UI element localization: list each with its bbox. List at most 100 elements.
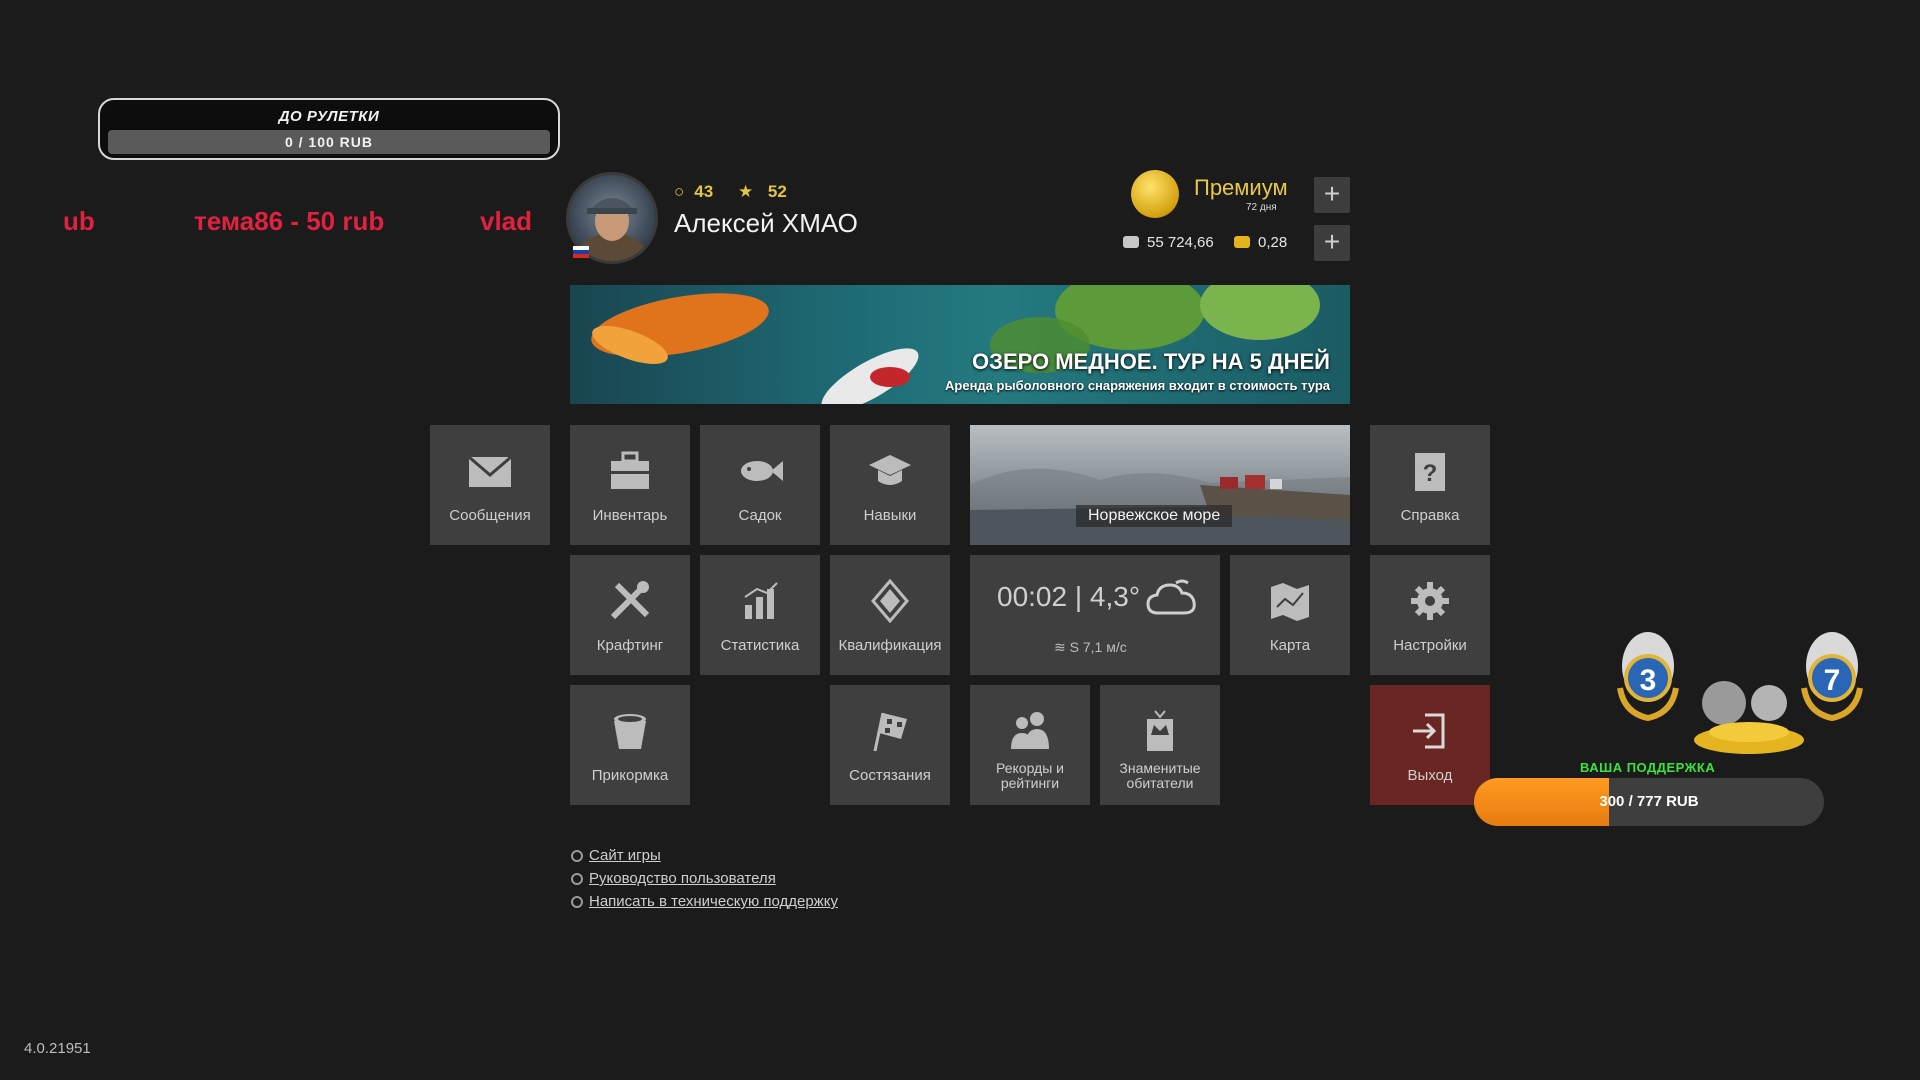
cloud-icon (1146, 579, 1196, 615)
keepnet-tile[interactable]: Садок (700, 425, 820, 545)
main-menu-screen: { "roulette": { "title": "ДО РУЛЕТКИ", "… (0, 0, 1920, 1080)
competitions-tile[interactable]: Состязания (830, 685, 950, 805)
gear-icon (1411, 582, 1449, 620)
crafting-tile[interactable]: Крафтинг (570, 555, 690, 675)
donor-name: vlad (480, 206, 533, 236)
version-label: 4.0.21951 (24, 1040, 91, 1057)
statistics-tile[interactable]: Статистика (700, 555, 820, 675)
competitions-label: Состязания (849, 767, 931, 784)
support-progress-text: 300 / 777 RUB (1599, 793, 1699, 810)
support-link[interactable]: Написать в техническую поддержку (571, 893, 838, 910)
users-icon (1011, 712, 1049, 749)
records-label-line1: Рекорды и (996, 760, 1064, 776)
records-tile[interactable]: Рекорды и рейтинги (970, 685, 1090, 805)
envelope-icon (468, 455, 512, 487)
medal-right-number: 7 (1823, 664, 1841, 697)
plus-icon: + (1323, 178, 1341, 209)
medal-icon: 3 (1608, 618, 1688, 728)
banner-title: ОЗЕРО МЕДНОЕ. ТУР НА 5 ДНЕЙ (972, 349, 1330, 374)
help-tile[interactable]: ? Справка (1370, 425, 1490, 545)
gold-balance: 0,28 (1234, 234, 1287, 251)
medal-left-number: 3 (1639, 664, 1657, 697)
bucket-icon (614, 714, 646, 749)
diamond-icon (871, 578, 909, 624)
external-link-icon (571, 850, 583, 862)
external-link-icon (571, 896, 583, 908)
player-name: Алексей ХМАО (674, 208, 858, 238)
groundbait-tile[interactable]: Прикормка (570, 685, 690, 805)
wind-value: S 7,1 м/с (1069, 639, 1127, 655)
gold-coins-icon (1234, 236, 1250, 248)
exit-tile[interactable]: Выход (1370, 685, 1490, 805)
buy-gold-button[interactable]: + (1314, 225, 1350, 261)
player-stats: ○ 43 ★ 52 (674, 182, 807, 202)
link-text: Руководство пользователя (589, 870, 776, 887)
support-title: ВАША ПОДДЕРЖКА (1580, 760, 1716, 775)
settings-tile[interactable]: Настройки (1370, 555, 1490, 675)
russia-flag-icon (573, 246, 589, 258)
roulette-title: ДО РУЛЕТКИ (278, 108, 380, 125)
messages-tile[interactable]: Сообщения (430, 425, 550, 545)
famous-label-line2: обитатели (1126, 775, 1194, 791)
star-icon: ★ (737, 182, 754, 201)
donor-name: тема86 - 50 rub (194, 206, 385, 236)
crafting-label: Крафтинг (596, 637, 664, 654)
wind-icon: ≋ (1054, 639, 1066, 655)
records-label-line2: рейтинги (1000, 775, 1060, 791)
exit-label: Выход (1407, 767, 1453, 784)
weather-tile[interactable]: 00:02 | 4,3° ≋ S 7,1 м/с (970, 555, 1220, 675)
level-ring-icon: ○ (674, 182, 685, 201)
map-icon (1271, 583, 1309, 621)
map-tile[interactable]: Карта (1230, 555, 1350, 675)
player-level: 43 (694, 182, 714, 201)
plus-icon: + (1323, 226, 1341, 257)
promo-banner[interactable]: ОЗЕРО МЕДНОЕ. ТУР НА 5 ДНЕЙ Аренда рыбол… (570, 285, 1350, 404)
link-text: Написать в техническую поддержку (589, 893, 838, 910)
location-tile[interactable]: Норвежское море (970, 425, 1350, 545)
inventory-tile[interactable]: Инвентарь (570, 425, 690, 545)
roulette-progress-bar: 0 / 100 RUB (108, 130, 550, 154)
checkered-flag-icon (873, 712, 907, 752)
famous-fish-tile[interactable]: Знаменитые обитатели (1100, 685, 1220, 805)
skills-tile[interactable]: Навыки (830, 425, 950, 545)
donor-name: ub (63, 206, 95, 236)
support-progress-bar: 300 / 777 RUB (1474, 778, 1824, 826)
roulette-widget: ДО РУЛЕТКИ 0 / 100 RUB (98, 98, 560, 160)
skills-label: Навыки (863, 507, 917, 524)
banner-subtitle: Аренда рыболовного снаряжения входит в с… (945, 378, 1330, 393)
keepnet-label: Садок (738, 507, 782, 524)
briefcase-icon (611, 451, 649, 489)
tools-icon (610, 581, 650, 620)
qualification-tile[interactable]: Квалификация (830, 555, 950, 675)
footer-links: Сайт игры Руководство пользователя Напис… (571, 847, 838, 916)
silver-amount: 55 724,66 (1147, 234, 1214, 251)
records-label: Рекорды и рейтинги (974, 761, 1086, 791)
buy-premium-button[interactable]: + (1314, 177, 1350, 213)
famous-label-line1: Знаменитые (1119, 760, 1201, 776)
user-guide-link[interactable]: Руководство пользователя (571, 870, 838, 887)
svg-text:?: ? (1423, 460, 1438, 487)
exit-icon (1413, 713, 1445, 749)
messages-label: Сообщения (449, 507, 531, 524)
bar-chart-icon (744, 582, 778, 619)
help-book-icon: ? (1415, 453, 1445, 491)
location-name: Норвежское море (1076, 505, 1233, 527)
norwegian-sea-landscape (970, 468, 1350, 545)
stars-indicator: ★ 52 (738, 182, 797, 201)
link-text: Сайт игры (589, 847, 661, 864)
game-site-link[interactable]: Сайт игры (571, 847, 838, 864)
wind-readout: ≋ S 7,1 м/с (1054, 639, 1127, 656)
crown-trophy-icon (1147, 710, 1173, 751)
temperature: 4,3° (1089, 581, 1141, 612)
medal-icon: 7 (1792, 618, 1872, 728)
famous-fish-label: Знаменитые обитатели (1104, 761, 1216, 791)
help-label: Справка (1400, 507, 1460, 524)
external-link-icon (571, 873, 583, 885)
premium-badge-icon (1131, 170, 1179, 218)
graduation-cap-icon (869, 455, 911, 485)
premium-days-left: 72 дня (1246, 202, 1277, 213)
settings-label: Настройки (1393, 637, 1467, 654)
statistics-label: Статистика (720, 637, 800, 654)
level-indicator: ○ 43 (674, 182, 723, 201)
inventory-label: Инвентарь (592, 507, 668, 524)
